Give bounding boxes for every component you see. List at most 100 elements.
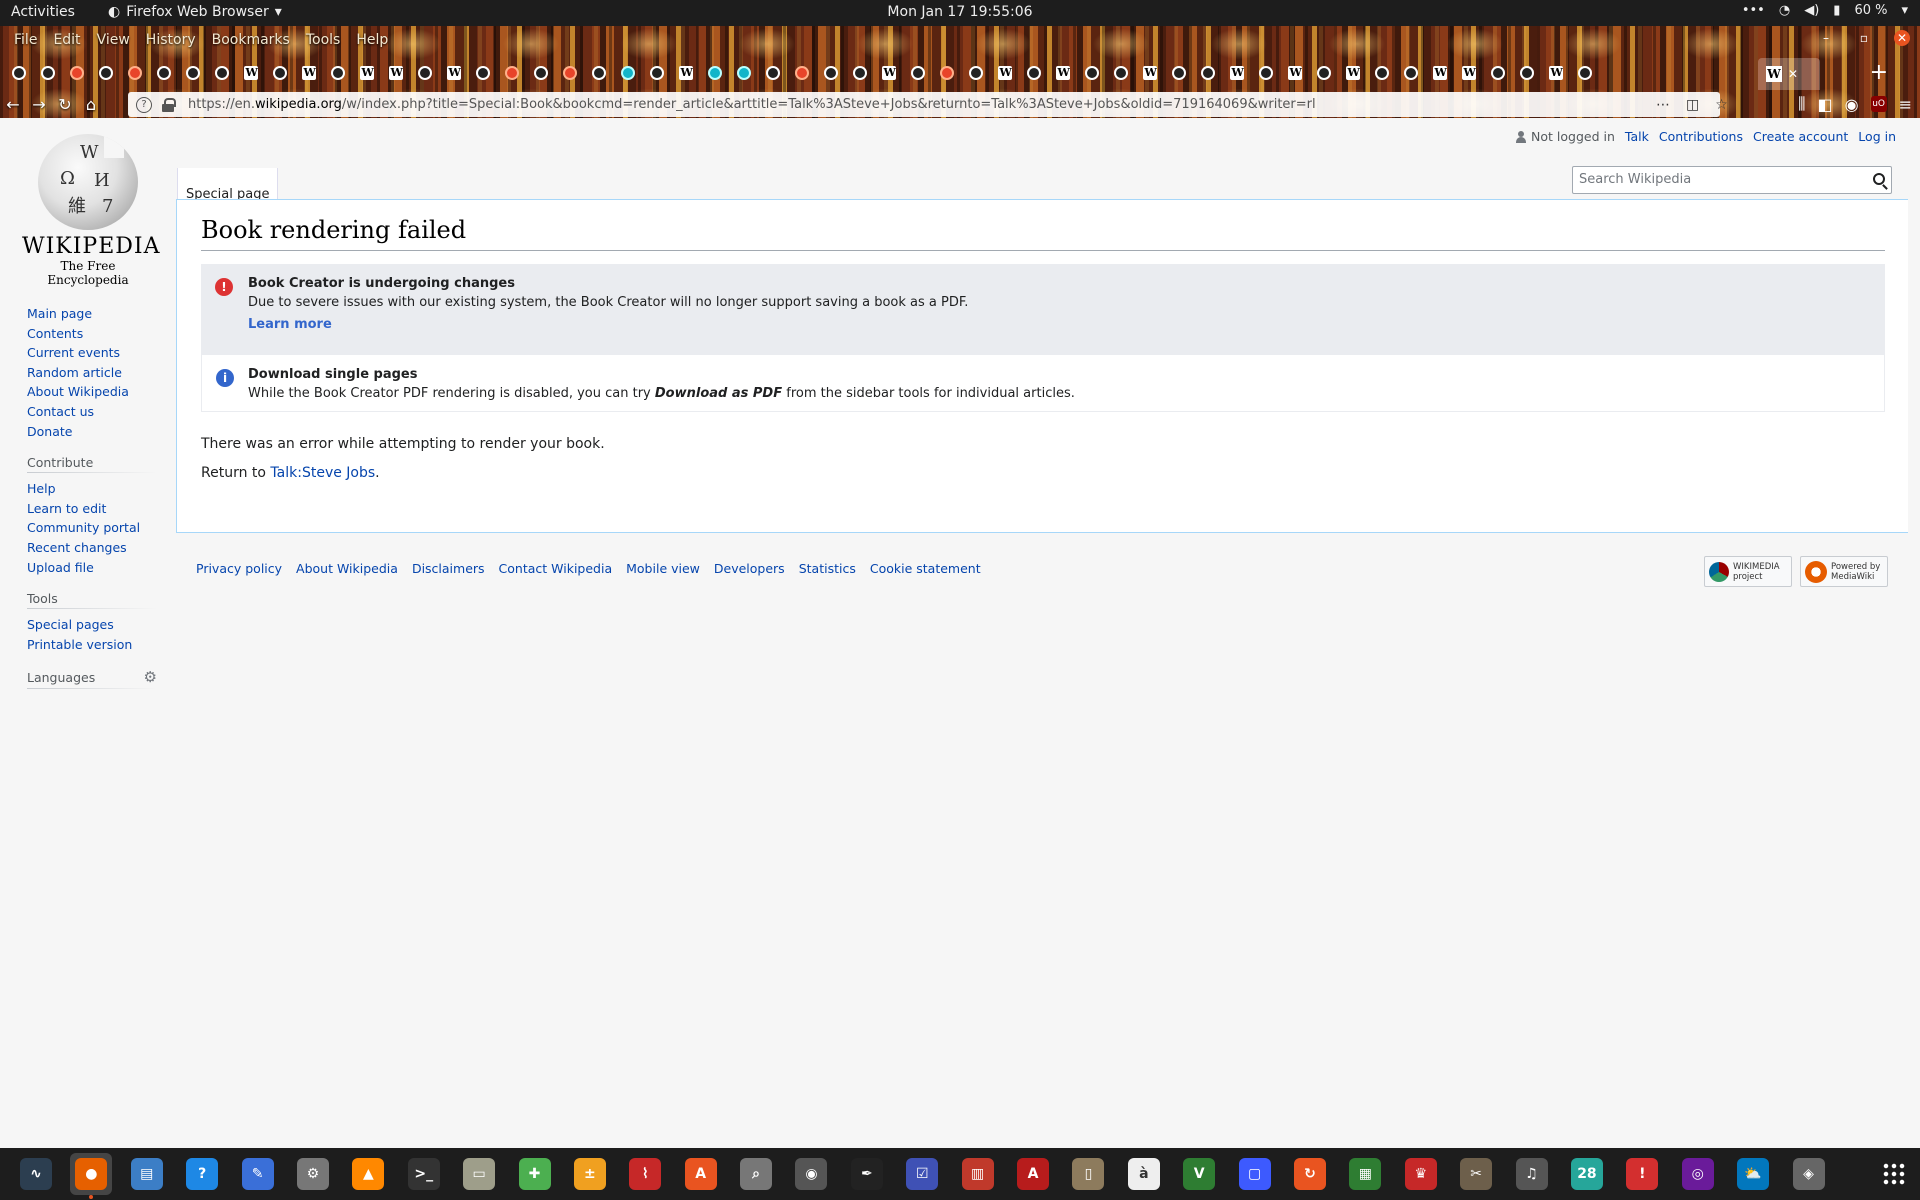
pinned-tab-github[interactable] (410, 56, 439, 90)
pinned-tab-wiki[interactable]: W (1338, 56, 1367, 90)
mediawiki-badge[interactable]: Powered by MediaWiki (1800, 556, 1888, 587)
pinned-tab-github[interactable] (903, 56, 932, 90)
pinned-tab-github[interactable] (323, 56, 352, 90)
pinned-tab-github[interactable] (468, 56, 497, 90)
pinned-tab-github[interactable] (1193, 56, 1222, 90)
sidebar-item-printable-version[interactable]: Printable version (27, 635, 157, 655)
menu-tools[interactable]: Tools (298, 28, 349, 54)
pinned-tab-wiki[interactable]: W (1454, 56, 1483, 90)
footer-mobile-view[interactable]: Mobile view (626, 561, 700, 576)
forward-icon[interactable]: → (26, 95, 52, 114)
url-bar[interactable]: ? https://en.wikipedia.org/w/index.php?t… (128, 92, 1720, 117)
active-tab[interactable]: W ✕ (1758, 58, 1820, 90)
pinned-tab-orange[interactable] (932, 56, 961, 90)
gear-icon[interactable]: ⚙ (144, 668, 157, 686)
pinned-tab-wiki[interactable]: W (671, 56, 700, 90)
pinned-tab-cyan[interactable] (613, 56, 642, 90)
pinned-tab-wiki[interactable]: W (381, 56, 410, 90)
lock-icon[interactable] (162, 97, 176, 112)
sidebar-item-special-pages[interactable]: Special pages (27, 615, 157, 635)
terminal-icon[interactable]: >_ (403, 1153, 445, 1195)
footer-developers[interactable]: Developers (714, 561, 785, 576)
files-icon[interactable]: ▭ (458, 1153, 500, 1195)
pinned-tab-github[interactable] (33, 56, 62, 90)
return-link[interactable]: Talk:Steve Jobs (270, 465, 375, 481)
vim-icon[interactable]: V (1178, 1153, 1220, 1195)
pinned-tab-wiki[interactable]: W (874, 56, 903, 90)
update-manager-icon[interactable]: ↻ (1289, 1153, 1331, 1195)
sidebar-item-recent-changes[interactable]: Recent changes (27, 538, 157, 558)
reload-icon[interactable]: ↻ (52, 95, 78, 114)
error-reporter-icon[interactable]: ! (1621, 1153, 1663, 1195)
pinned-tab-github[interactable] (265, 56, 294, 90)
sidebar-item-upload-file[interactable]: Upload file (27, 558, 157, 578)
pinned-tab-github[interactable] (1164, 56, 1193, 90)
create-account-link[interactable]: Create account (1753, 129, 1848, 144)
hamburger-menu-icon[interactable]: ≡ (1899, 95, 1912, 114)
search-input[interactable]: Search Wikipedia (1572, 166, 1892, 194)
tasks-icon[interactable]: ☑ (901, 1153, 943, 1195)
log-in-link[interactable]: Log in (1858, 129, 1896, 144)
contributions-link[interactable]: Contributions (1659, 129, 1743, 144)
pinned-tab-wiki[interactable]: W (1541, 56, 1570, 90)
pinned-tab-github[interactable] (816, 56, 845, 90)
pinned-tab-github[interactable] (1019, 56, 1048, 90)
text-editor-icon[interactable]: ✎ (237, 1153, 279, 1195)
music-player-icon[interactable]: ♫ (1511, 1153, 1553, 1195)
settings-icon[interactable]: ⚙ (292, 1153, 334, 1195)
pinned-tab-orange[interactable] (555, 56, 584, 90)
pinned-tab-orange[interactable] (120, 56, 149, 90)
pinned-tab-wiki[interactable]: W (1135, 56, 1164, 90)
software-center-icon[interactable]: A (680, 1153, 722, 1195)
document-scanner-icon[interactable]: ▥ (957, 1153, 999, 1195)
back-icon[interactable]: ← (0, 95, 26, 114)
sidebar-item-about[interactable]: About Wikipedia (27, 382, 157, 402)
pinned-tab-github[interactable] (1309, 56, 1338, 90)
app-menu[interactable]: ◐ Firefox Web Browser ▾ (108, 4, 282, 20)
pinned-tab-wiki[interactable]: W (1048, 56, 1077, 90)
talk-link[interactable]: Talk (1625, 129, 1649, 144)
sidebar-item-main-page[interactable]: Main page (27, 304, 157, 324)
pinned-tab-github[interactable] (1251, 56, 1280, 90)
footer-statistics[interactable]: Statistics (799, 561, 856, 576)
pinned-tab-github[interactable] (1570, 56, 1599, 90)
footer-contact[interactable]: Contact Wikipedia (499, 561, 613, 576)
footer-about[interactable]: About Wikipedia (296, 561, 398, 576)
ublock-icon[interactable]: uO (1870, 96, 1887, 112)
sidebar-item-contents[interactable]: Contents (27, 324, 157, 344)
system-monitor-icon[interactable]: ∿ (15, 1153, 57, 1195)
pinned-tab-cyan[interactable] (729, 56, 758, 90)
sidebar-item-donate[interactable]: Donate (27, 422, 157, 442)
pinned-tab-wiki[interactable]: W (1222, 56, 1251, 90)
pinned-tab-github[interactable] (1106, 56, 1135, 90)
pinned-tab-github[interactable] (526, 56, 555, 90)
pinned-tab-wiki[interactable]: W (439, 56, 468, 90)
clock[interactable]: Mon Jan 17 19:55:06 (887, 4, 1032, 20)
pinned-tab-github[interactable] (1367, 56, 1396, 90)
pinned-tab-cyan[interactable] (700, 56, 729, 90)
maximize-icon[interactable]: ▫ (1856, 30, 1872, 46)
pinned-tab-github[interactable] (1077, 56, 1106, 90)
disks-icon[interactable]: ◈ (1788, 1153, 1830, 1195)
calculator-icon[interactable]: ± (569, 1153, 611, 1195)
home-icon[interactable]: ⌂ (78, 95, 104, 114)
page-actions-icon[interactable]: ⋯ (1656, 97, 1670, 113)
menu-file[interactable]: File (6, 28, 45, 54)
pinned-tab-github[interactable] (961, 56, 990, 90)
pinned-tab-orange[interactable] (62, 56, 91, 90)
menu-view[interactable]: View (89, 28, 138, 54)
pinned-tab-github[interactable] (149, 56, 178, 90)
pinned-tab-github[interactable] (758, 56, 787, 90)
minimize-icon[interactable]: – (1818, 30, 1834, 46)
menu-edit[interactable]: Edit (45, 28, 88, 54)
url-text[interactable]: https://en.wikipedia.org/w/index.php?tit… (188, 97, 1316, 112)
pinned-tab-wiki[interactable]: W (236, 56, 265, 90)
sidebar-item-learn-to-edit[interactable]: Learn to edit (27, 499, 157, 519)
system-status-area[interactable]: ••• ◔ ◀) ▮ 60 % ▾ (1742, 3, 1908, 18)
sidebar-item-contact[interactable]: Contact us (27, 402, 157, 422)
sidebar-item-community-portal[interactable]: Community portal (27, 518, 157, 538)
sidebar-item-help[interactable]: Help (27, 479, 157, 499)
pinned-tab-wiki[interactable]: W (1425, 56, 1454, 90)
pinned-tab-github[interactable] (178, 56, 207, 90)
inkscape-icon[interactable]: ✒ (846, 1153, 888, 1195)
